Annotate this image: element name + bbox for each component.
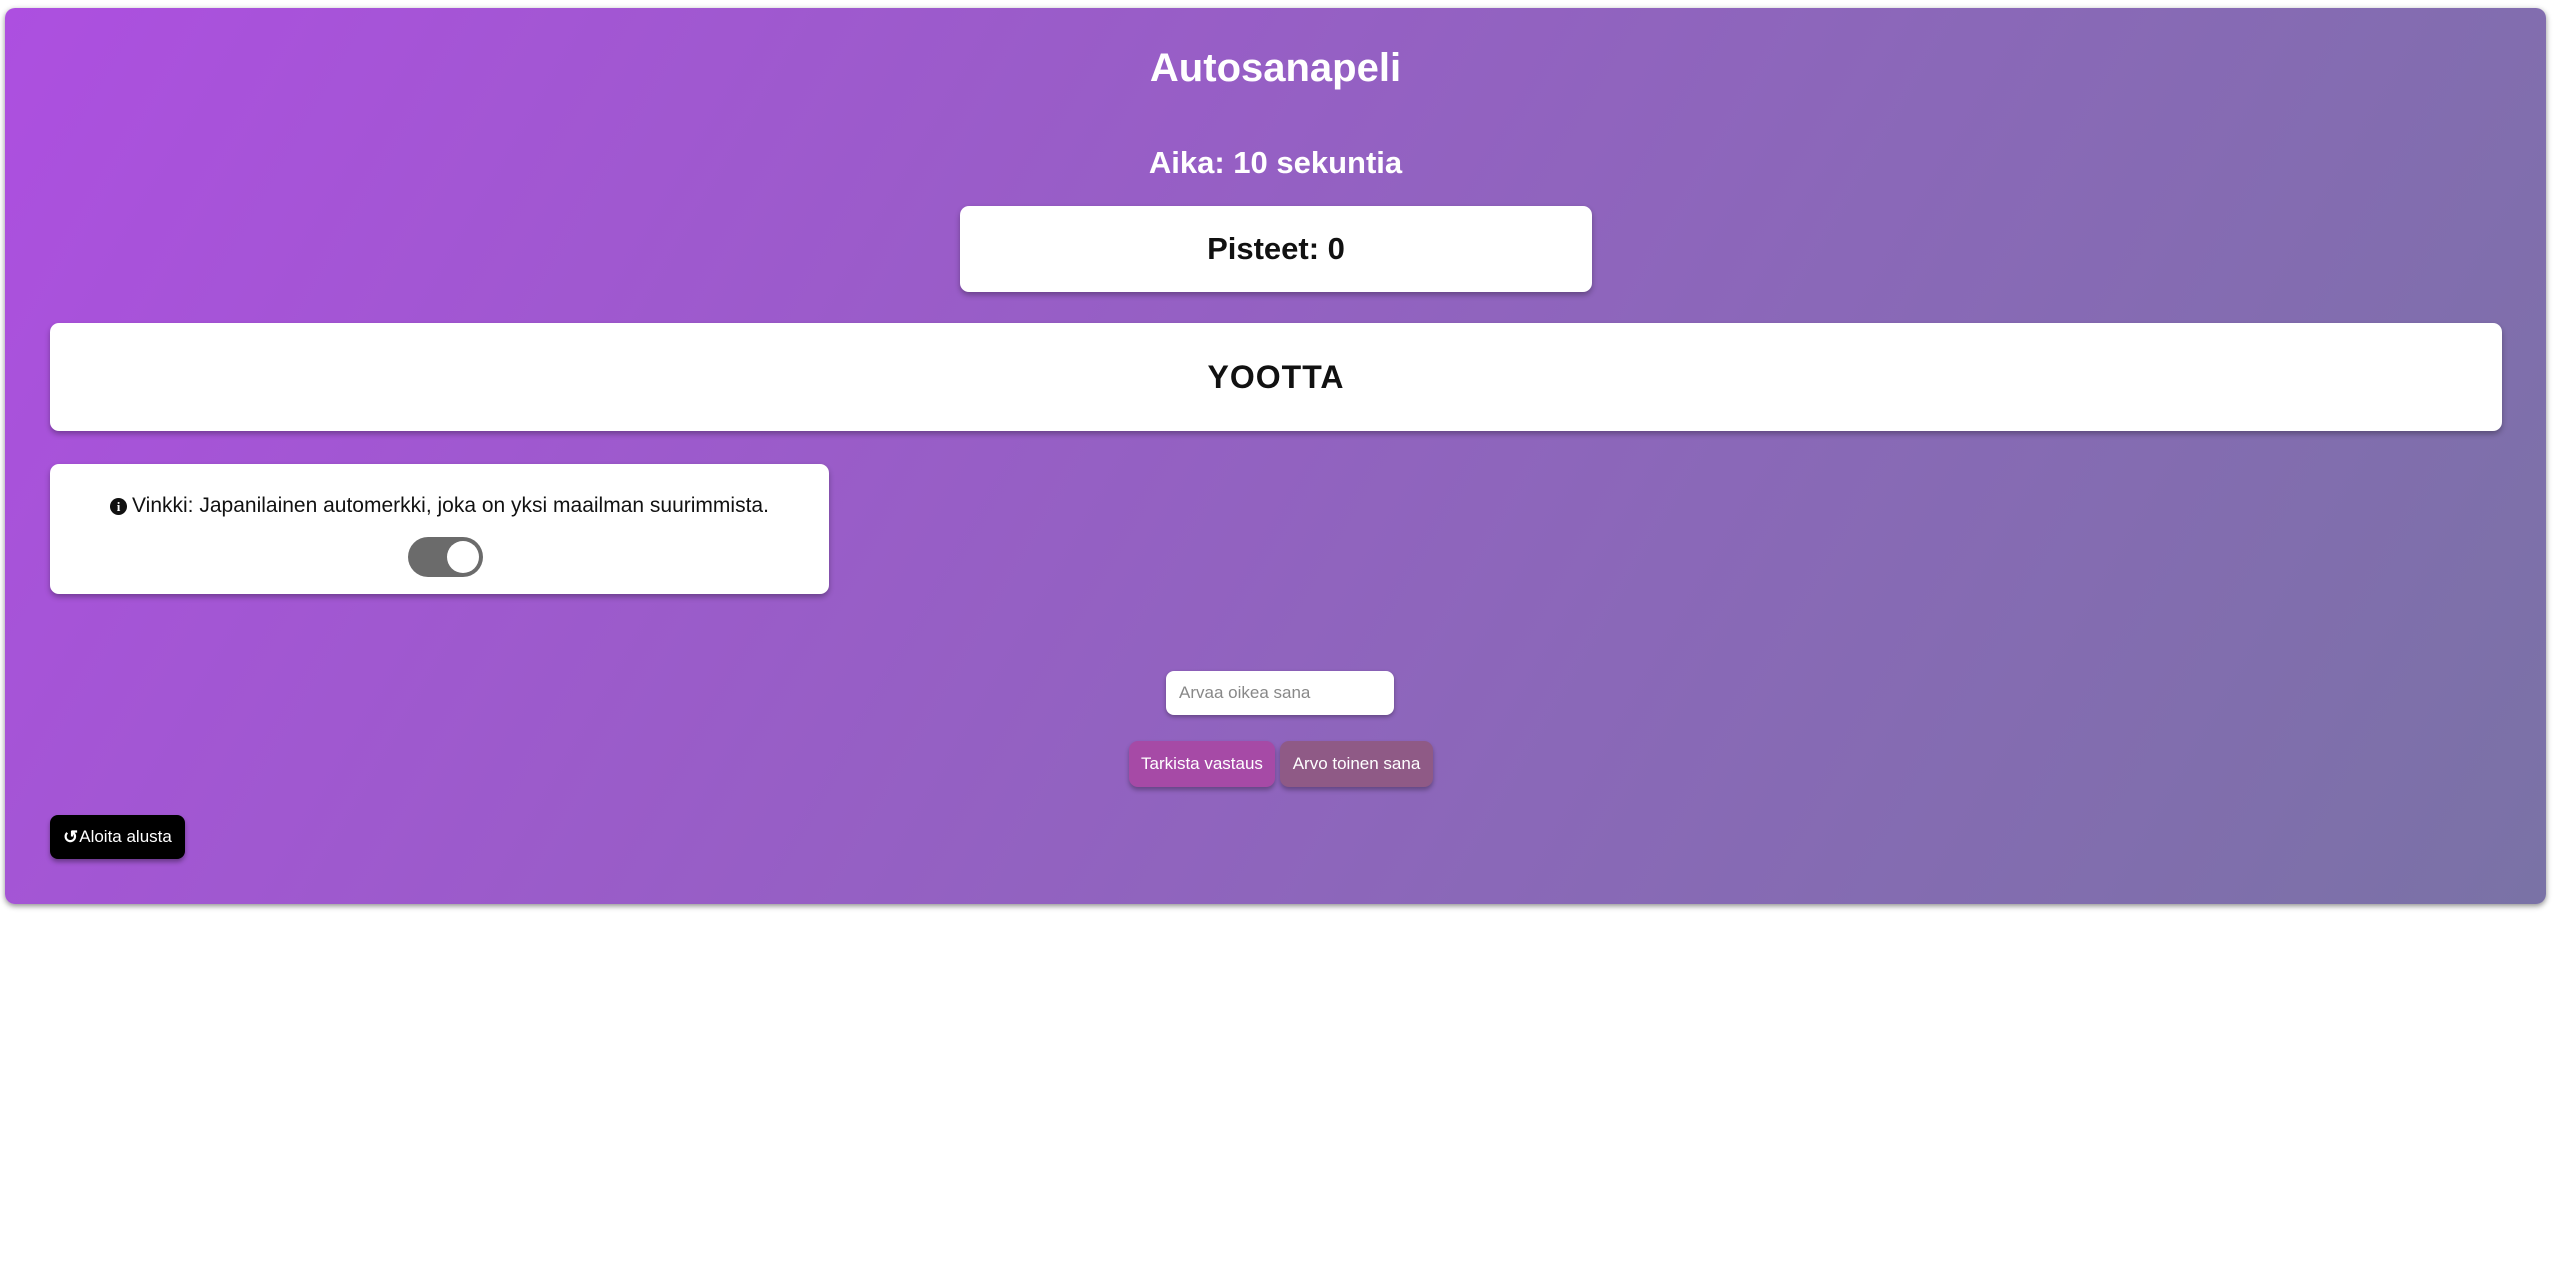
scrambled-word-box: YOOTTA [50, 323, 2502, 431]
game-container: Autosanapeli Aika: 10 sekuntia Pisteet: … [5, 8, 2546, 904]
timer-display: Aika: 10 sekuntia [5, 145, 2546, 181]
game-title: Autosanapeli [1149, 46, 1402, 90]
hint-toggle[interactable] [408, 537, 483, 577]
hint-text: Vinkki: Japanilainen automerkki, joka on… [132, 494, 769, 517]
scrambled-word: YOOTTA [1207, 358, 1345, 395]
check-answer-button[interactable]: Tarkista vastaus [1129, 741, 1275, 787]
score-text: Pisteet: 0 [1207, 231, 1345, 266]
score-box: Pisteet: 0 [960, 206, 1592, 292]
guess-input[interactable] [1166, 671, 1394, 715]
restart-label: Aloita alusta [79, 827, 172, 846]
restart-button[interactable]: ↻ Aloita alusta [50, 815, 185, 859]
info-circle-icon: i [110, 498, 128, 515]
restart-icon: ↻ [63, 826, 79, 847]
hint-row: i Vinkki: Japanilainen automerkki, joka o… [50, 494, 829, 518]
timer-text: Aika: 10 sekuntia [1148, 145, 1403, 180]
new-word-button[interactable]: Arvo toinen sana [1280, 741, 1433, 787]
hint-box: i Vinkki: Japanilainen automerkki, joka o… [50, 464, 829, 594]
toggle-knob [447, 541, 479, 573]
